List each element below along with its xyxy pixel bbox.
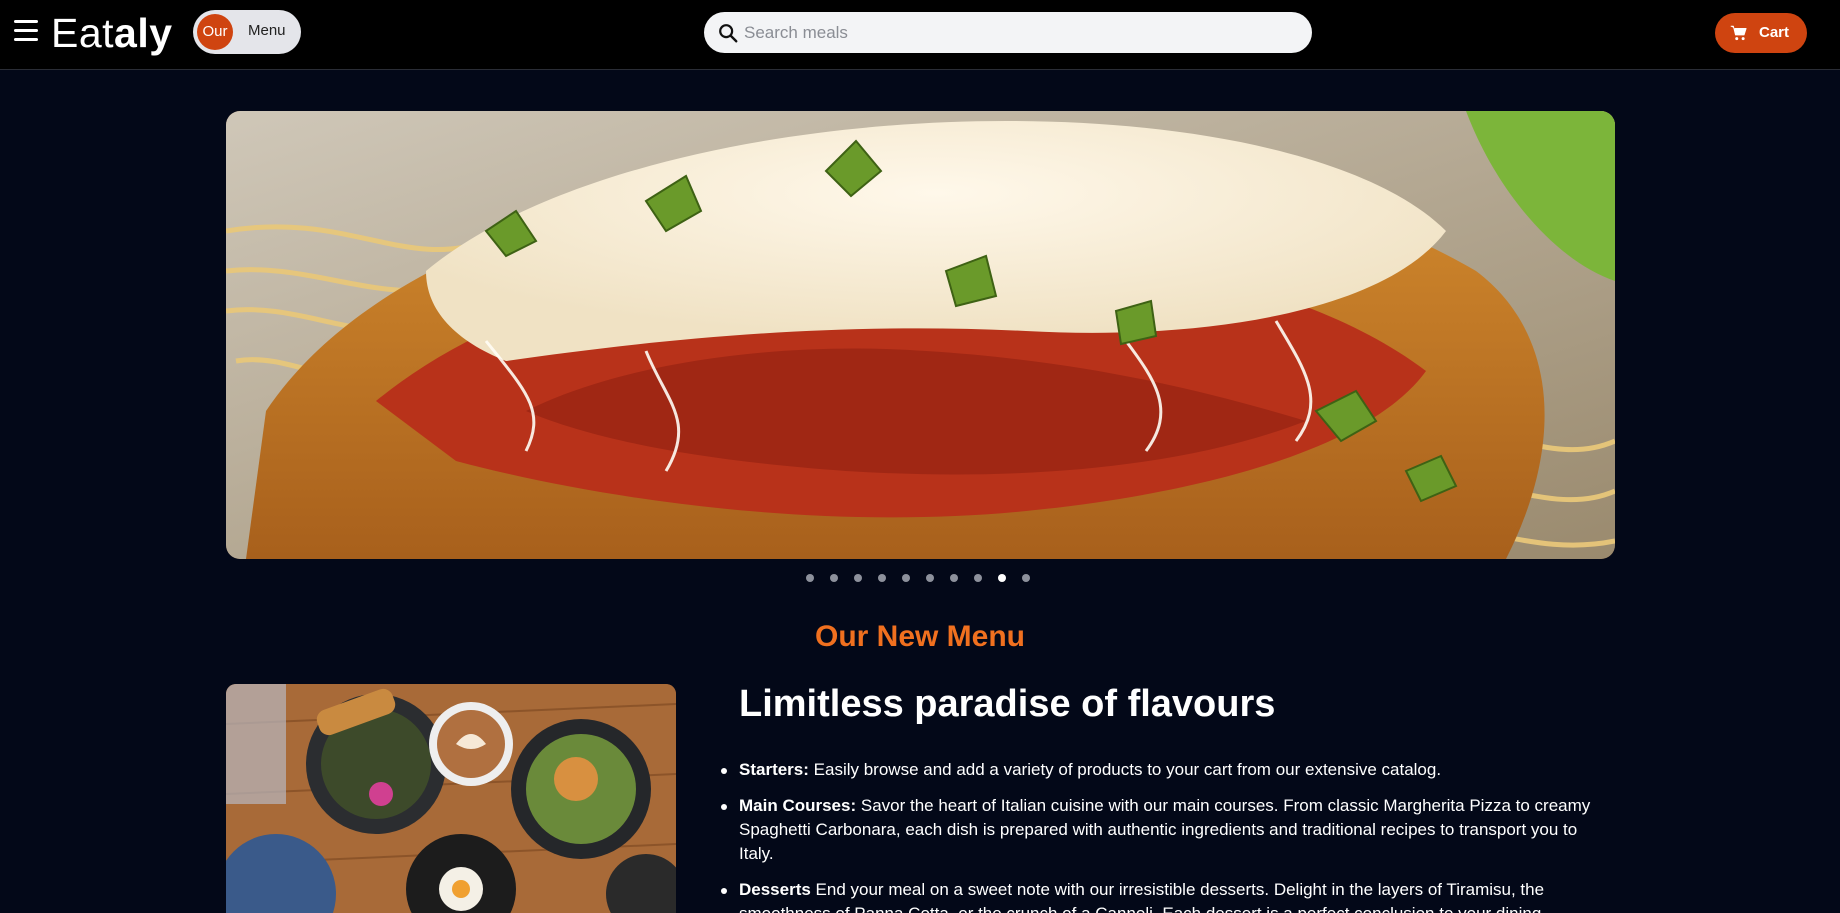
carousel-dot-10[interactable] — [1022, 574, 1030, 582]
carousel-dot-9[interactable] — [998, 574, 1006, 582]
toggle-label-menu: Menu — [248, 22, 286, 39]
food-table-photo — [226, 684, 676, 913]
feature-text: Savor the heart of Italian cuisine with … — [739, 796, 1591, 863]
top-navbar: Eataly Our Menu Cart — [0, 0, 1840, 70]
menu-food-image — [226, 684, 676, 913]
carousel-dot-8[interactable] — [974, 574, 982, 582]
carousel-dot-3[interactable] — [854, 574, 862, 582]
carousel-dot-5[interactable] — [902, 574, 910, 582]
section-title-text: Our New Menu — [814, 620, 1025, 653]
section-title: Our New Menu — [0, 620, 1840, 654]
carousel-indicators — [806, 574, 1032, 584]
menu-headline: Limitless paradise of flavours — [739, 683, 1276, 725]
carousel-dot-7[interactable] — [950, 574, 958, 582]
search-icon — [719, 24, 738, 43]
hamburger-menu-icon[interactable] — [14, 20, 38, 44]
feature-term: Desserts — [739, 880, 811, 899]
search-bar — [704, 12, 1312, 53]
feature-term: Starters: — [739, 760, 809, 779]
list-item-desserts: Desserts End your meal on a sweet note w… — [717, 878, 1597, 913]
menu-features-list: Starters: Easily browse and add a variet… — [717, 758, 1597, 913]
carousel-dot-4[interactable] — [878, 574, 886, 582]
toggle-knob-our: Our — [197, 14, 233, 50]
logo[interactable]: Eataly — [51, 9, 173, 57]
logo-bold: aly — [114, 10, 173, 56]
feature-text: End your meal on a sweet note with our i… — [739, 880, 1545, 913]
logo-light: Eat — [51, 10, 115, 56]
carousel-dot-2[interactable] — [830, 574, 838, 582]
carousel-dot-1[interactable] — [806, 574, 814, 582]
search-input[interactable] — [744, 12, 1304, 53]
feature-term: Main Courses: — [739, 796, 857, 815]
list-item-main-courses: Main Courses: Savor the heart of Italian… — [717, 794, 1597, 866]
feature-text: Easily browse and add a variety of produ… — [808, 760, 1442, 779]
cart-icon — [1730, 25, 1747, 41]
cart-label: Cart — [1759, 24, 1790, 41]
list-item-starters: Starters: Easily browse and add a variet… — [717, 758, 1597, 782]
cart-button[interactable]: Cart — [1715, 13, 1807, 53]
hero-carousel-slide[interactable] — [226, 111, 1615, 559]
chicken-parmesan-image — [226, 111, 1615, 559]
carousel-dot-6[interactable] — [926, 574, 934, 582]
our-menu-toggle[interactable]: Our Menu — [193, 10, 301, 54]
